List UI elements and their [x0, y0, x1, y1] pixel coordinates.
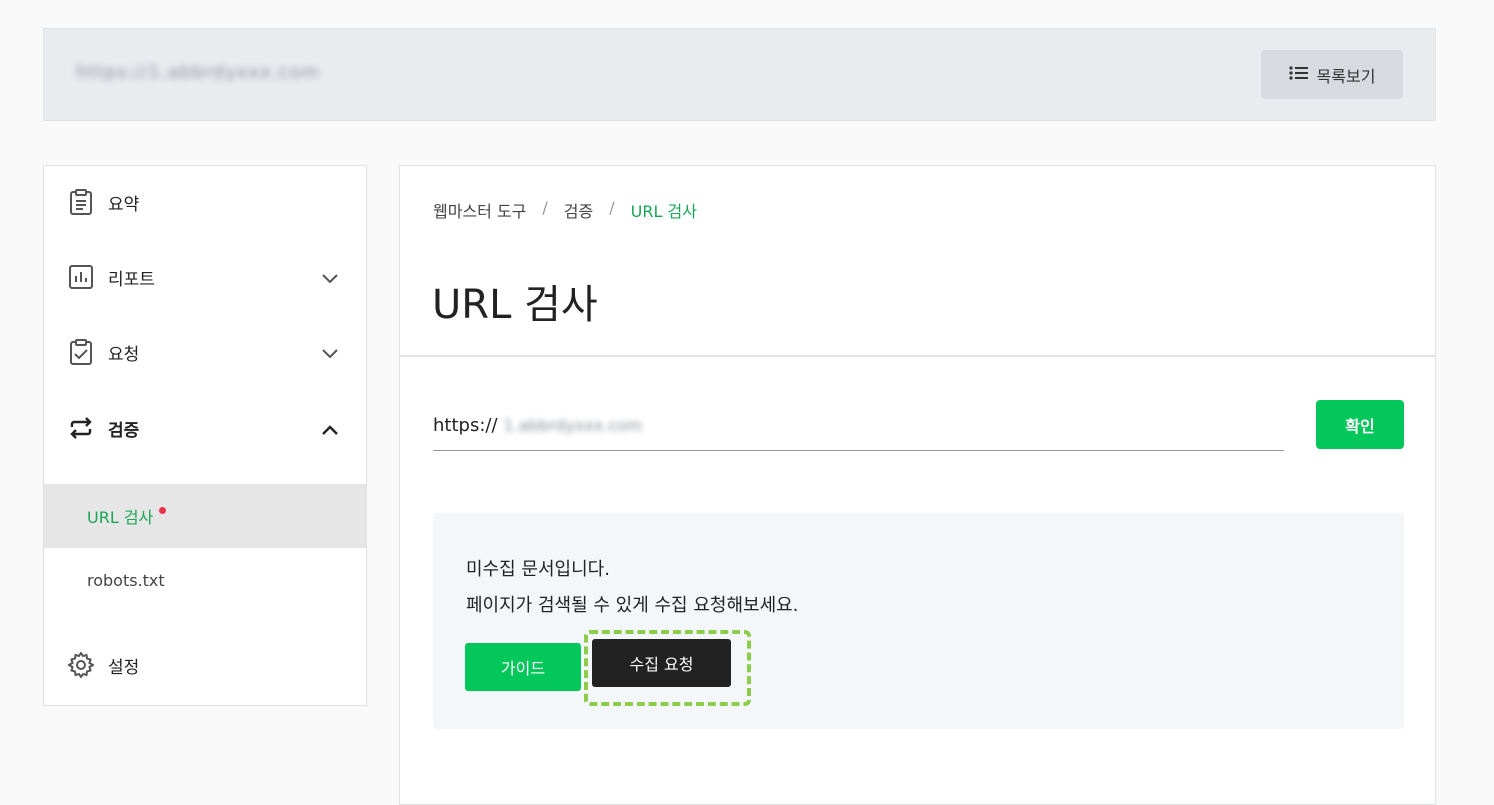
bar-chart-icon	[68, 264, 94, 290]
list-icon	[1288, 65, 1309, 85]
clipboard-check-icon	[68, 339, 94, 365]
notification-dot	[159, 506, 167, 514]
notice-message: 미수집 문서입니다.	[466, 559, 610, 580]
breadcrumb-item[interactable]: 웹마스터 도구	[433, 198, 526, 222]
url-input[interactable]: https:// 1.abbrdyxxx.com	[433, 400, 1284, 451]
chevron-up-icon[interactable]	[322, 420, 338, 439]
main-panel: 웹마스터 도구 / 검증 / URL 검사 URL 검사 https:// 1.…	[399, 165, 1436, 805]
repeat-arrows-icon	[68, 415, 94, 441]
breadcrumb-item[interactable]: 검증	[564, 198, 593, 222]
divider	[400, 355, 1435, 357]
url-prefix: https://	[433, 414, 498, 436]
list-view-label: 목록보기	[1316, 66, 1376, 86]
crawl-request-button[interactable]: 수집 요청	[592, 639, 731, 687]
site-header: https://1.abbrdyxxx.com 목록보기	[43, 28, 1436, 121]
sidebar-subitem-label: URL 검사	[87, 508, 154, 527]
sidebar-item-summary[interactable]: 요약	[44, 177, 366, 227]
notice-hint: 페이지가 검색될 수 있게 수집 요청해보세요.	[466, 595, 799, 616]
site-url: https://1.abbrdyxxx.com	[76, 62, 320, 83]
breadcrumb-current: URL 검사	[630, 202, 697, 221]
url-value: 1.abbrdyxxx.com	[503, 415, 643, 435]
chevron-down-icon[interactable]	[322, 269, 338, 288]
sidebar-item-label: 리포트	[108, 269, 155, 290]
page-title: URL 검사	[432, 282, 598, 328]
sidebar-subitem-url-inspect[interactable]: URL 검사	[44, 484, 366, 548]
chevron-down-icon[interactable]	[322, 344, 338, 363]
sidebar-item-report[interactable]: 리포트	[44, 252, 366, 302]
clipboard-list-icon	[68, 189, 94, 215]
gear-icon	[68, 652, 94, 678]
sidebar-item-label: 요약	[108, 194, 140, 215]
sidebar-item-label: 요청	[108, 344, 140, 365]
sidebar: 요약 리포트 요청 검증 URL 검사 robots.txt 설정	[43, 165, 367, 706]
sidebar-subitem-robots[interactable]: robots.txt	[44, 548, 366, 612]
confirm-button[interactable]: 확인	[1316, 400, 1404, 449]
guide-button[interactable]: 가이드	[465, 643, 581, 691]
breadcrumb-separator: /	[542, 198, 548, 217]
sidebar-item-request[interactable]: 요청	[44, 327, 366, 377]
sidebar-item-settings[interactable]: 설정	[44, 640, 366, 690]
sidebar-item-label: 검증	[108, 420, 140, 441]
sidebar-subitem-label: robots.txt	[87, 570, 165, 590]
breadcrumb: 웹마스터 도구 / 검증 / URL 검사	[433, 198, 697, 222]
list-view-button[interactable]: 목록보기	[1261, 50, 1403, 99]
status-notice: 미수집 문서입니다. 페이지가 검색될 수 있게 수집 요청해보세요. 가이드 …	[433, 513, 1404, 729]
sidebar-item-label: 설정	[108, 657, 140, 678]
sidebar-item-verify[interactable]: 검증	[44, 403, 366, 453]
breadcrumb-separator: /	[609, 198, 615, 217]
